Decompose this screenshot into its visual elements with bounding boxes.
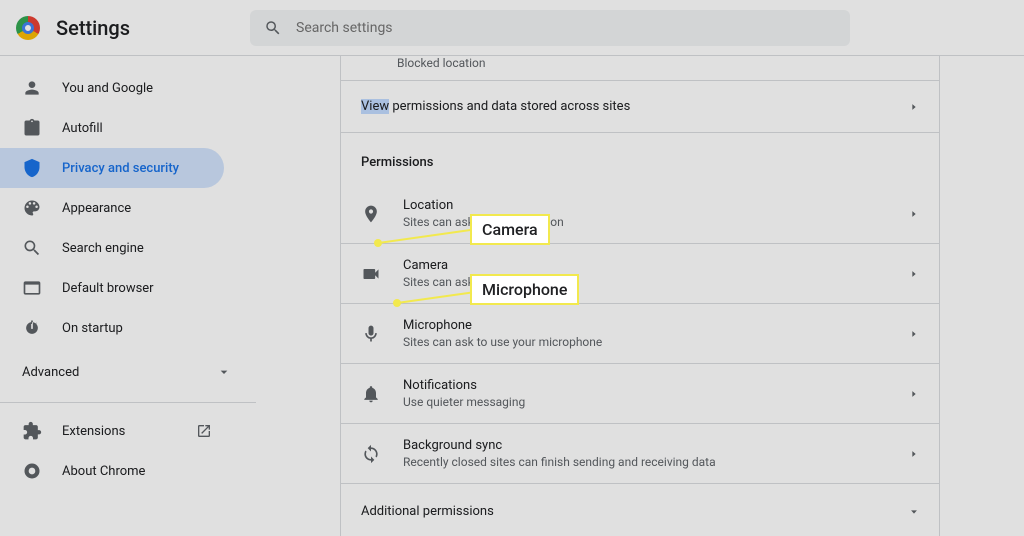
chrome-logo-icon	[16, 16, 40, 40]
sidebar-divider	[0, 402, 256, 403]
app-header: Settings	[0, 0, 1024, 56]
sidebar-item-label: You and Google	[62, 81, 153, 96]
sidebar-item-on-startup[interactable]: On startup	[0, 308, 224, 348]
permission-row-camera[interactable]: CameraSites can ask to use your camera	[341, 244, 939, 304]
sync-icon	[361, 444, 381, 464]
search-container	[250, 10, 850, 46]
row-title: Location	[403, 198, 909, 213]
chevron-right-icon	[909, 209, 919, 219]
search-box[interactable]	[250, 10, 850, 46]
sidebar-item-default-browser[interactable]: Default browser	[0, 268, 224, 308]
bell-icon	[361, 384, 381, 404]
main-content: Blocked location View permissions and da…	[256, 56, 1024, 536]
blocked-location-stub: Blocked location	[341, 56, 939, 81]
sidebar-item-label: About Chrome	[62, 464, 145, 479]
sidebar-item-label: Privacy and security	[62, 161, 179, 176]
permissions-header: Permissions	[341, 133, 939, 184]
location-icon	[361, 204, 381, 224]
chevron-right-icon	[909, 389, 919, 399]
shield-icon	[22, 158, 42, 178]
row-title: Additional permissions	[361, 504, 909, 519]
row-title: Camera	[403, 258, 909, 273]
page-title: Settings	[56, 16, 130, 40]
callout-microphone: Microphone	[470, 274, 579, 305]
extension-icon	[22, 421, 42, 441]
chevron-right-icon	[909, 102, 919, 112]
power-icon	[22, 318, 42, 338]
sidebar-item-appearance[interactable]: Appearance	[0, 188, 224, 228]
sidebar-item-you-and-google[interactable]: You and Google	[0, 68, 224, 108]
browser-icon	[22, 278, 42, 298]
microphone-icon	[361, 324, 381, 344]
row-title: Microphone	[403, 318, 909, 333]
search-icon	[264, 19, 282, 37]
sidebar: You and Google Autofill Privacy and secu…	[0, 56, 256, 536]
sidebar-item-about-chrome[interactable]: About Chrome	[0, 451, 224, 491]
sidebar-item-privacy-security[interactable]: Privacy and security	[0, 148, 224, 188]
sidebar-item-label: Search engine	[62, 241, 144, 256]
open-in-new-icon	[196, 423, 212, 439]
sidebar-item-label: Autofill	[62, 121, 103, 136]
chevron-down-icon	[909, 507, 919, 517]
view-permissions-text: View permissions and data stored across …	[361, 99, 630, 114]
sidebar-item-label: Appearance	[62, 201, 131, 216]
callout-camera: Camera	[470, 214, 550, 245]
palette-icon	[22, 198, 42, 218]
settings-panel: Blocked location View permissions and da…	[340, 56, 940, 536]
row-sub: Use quieter messaging	[403, 395, 909, 409]
search-input[interactable]	[296, 20, 836, 36]
sidebar-item-label: On startup	[62, 321, 123, 336]
chevron-right-icon	[909, 329, 919, 339]
sidebar-advanced-toggle[interactable]: Advanced	[0, 352, 256, 392]
chevron-right-icon	[909, 269, 919, 279]
row-title: Notifications	[403, 378, 909, 393]
clipboard-icon	[22, 118, 42, 138]
additional-permissions-row[interactable]: Additional permissions	[341, 484, 939, 536]
view-permissions-row[interactable]: View permissions and data stored across …	[341, 81, 939, 133]
permission-row-background-sync[interactable]: Background sync Recently closed sites can…	[341, 424, 939, 484]
sidebar-item-autofill[interactable]: Autofill	[0, 108, 224, 148]
row-sub: Recently closed sites can finish sending…	[403, 455, 909, 469]
row-title: Background sync	[403, 438, 909, 453]
permission-row-microphone[interactable]: Microphone Sites can ask to use your micr…	[341, 304, 939, 364]
search-icon	[22, 238, 42, 258]
sidebar-item-label: Extensions	[62, 424, 125, 439]
permission-row-notifications[interactable]: Notifications Use quieter messaging	[341, 364, 939, 424]
person-icon	[22, 78, 42, 98]
advanced-label: Advanced	[22, 365, 79, 380]
sidebar-item-search-engine[interactable]: Search engine	[0, 228, 224, 268]
sidebar-item-label: Default browser	[62, 281, 154, 296]
row-sub: Sites can ask to use your microphone	[403, 335, 909, 349]
chevron-down-icon	[216, 364, 232, 380]
camera-icon	[361, 264, 381, 284]
chrome-icon	[22, 461, 42, 481]
sidebar-item-extensions[interactable]: Extensions	[0, 411, 224, 451]
chevron-right-icon	[909, 449, 919, 459]
